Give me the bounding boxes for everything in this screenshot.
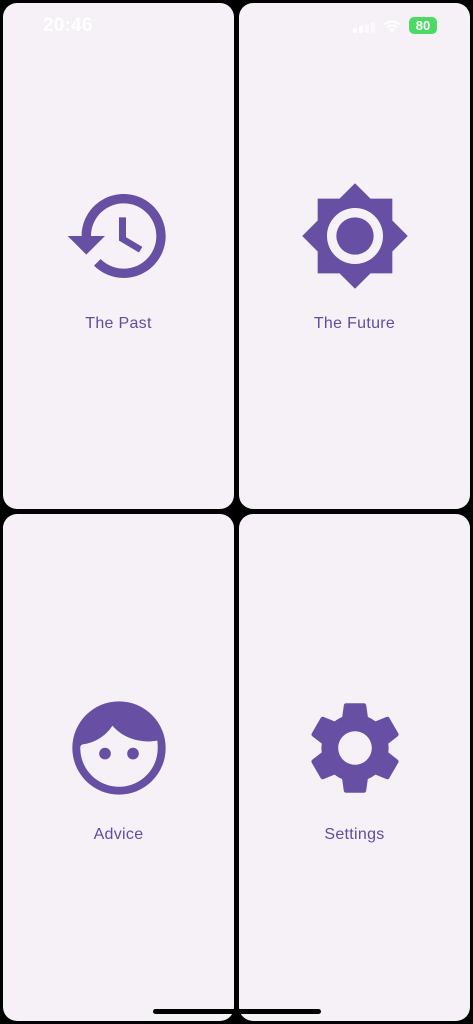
tile-label-settings: Settings bbox=[324, 826, 385, 843]
face-icon bbox=[63, 692, 175, 804]
cellular-signal-icon bbox=[353, 19, 375, 33]
tile-label-the-future: The Future bbox=[313, 315, 396, 332]
status-time: 20:46 bbox=[43, 15, 93, 36]
tile-settings[interactable]: Settings bbox=[239, 514, 470, 1021]
tile-the-future[interactable]: The Future bbox=[239, 3, 470, 509]
status-indicators: 80 bbox=[353, 17, 437, 34]
brightness-icon bbox=[299, 180, 411, 292]
wifi-icon bbox=[384, 20, 400, 32]
status-bar: 20:46 80 bbox=[0, 0, 473, 52]
history-icon bbox=[63, 180, 175, 292]
tile-advice[interactable]: Advice bbox=[3, 514, 234, 1021]
app-screen: 20:46 80 The Past The Future Advice Sett… bbox=[0, 0, 473, 1024]
home-indicator[interactable] bbox=[153, 1009, 321, 1014]
tile-the-past[interactable]: The Past bbox=[3, 3, 234, 509]
tile-label-the-past: The Past bbox=[85, 315, 152, 332]
tile-label-advice: Advice bbox=[93, 826, 144, 843]
battery-indicator: 80 bbox=[409, 17, 437, 34]
settings-gear-icon bbox=[299, 692, 411, 804]
